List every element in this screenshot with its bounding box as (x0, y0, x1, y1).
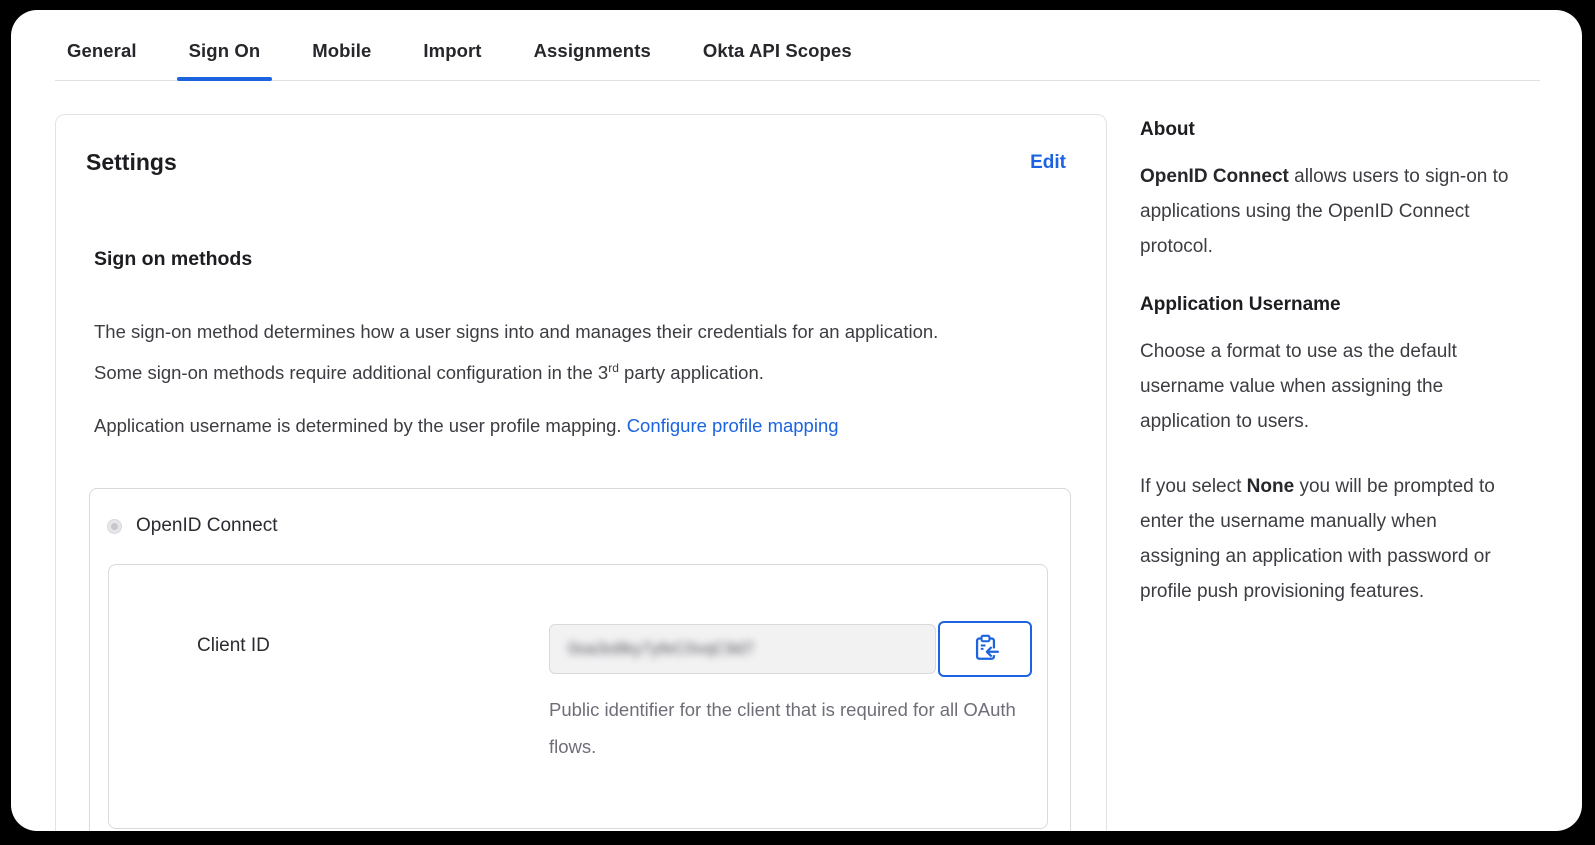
ordinal-superscript: rd (608, 361, 619, 375)
profile-mapping-text: Application username is determined by th… (94, 407, 960, 444)
client-id-label: Client ID (197, 635, 270, 657)
description-text-end: party application. (618, 362, 764, 384)
sign-on-methods-heading: Sign on methods (94, 248, 253, 270)
application-username-paragraph-1: Choose a format to use as the default us… (1140, 341, 1457, 432)
application-username-heading: Application Username (1140, 294, 1341, 315)
tab-import[interactable]: Import (411, 32, 493, 80)
settings-title: Settings (86, 149, 177, 175)
client-id-row: Client ID 0oa3o8ky7yfeC0vqC9d7 Public id… (197, 621, 1047, 765)
none-bold-term: None (1246, 476, 1295, 497)
client-id-field-group: 0oa3o8ky7yfeC0vqC9d7 (549, 621, 1035, 678)
tab-okta-api-scopes[interactable]: Okta API Scopes (691, 32, 864, 80)
client-id-panel: Client ID 0oa3o8ky7yfeC0vqC9d7 Public id… (108, 564, 1048, 830)
openid-connect-method-box: OpenID Connect Client ID 0oa3o8ky7yfeC0v… (89, 488, 1071, 831)
openid-connect-radio-label: OpenID Connect (136, 515, 278, 537)
about-paragraph: OpenID Connect allows users to sign-on t… (1140, 159, 1522, 264)
openid-connect-radio-row: OpenID Connect (108, 515, 1048, 537)
content-area: Settings Edit Sign on methods The sign-o… (55, 81, 1582, 831)
client-id-field-column: 0oa3o8ky7yfeC0vqC9d7 Public identifier f… (549, 621, 1035, 765)
about-bold-term: OpenID Connect (1140, 166, 1289, 187)
mapping-static-text: Application username is determined by th… (94, 415, 627, 437)
client-id-help-text: Public identifier for the client that is… (549, 699, 1016, 758)
configure-profile-mapping-link[interactable]: Configure profile mapping (627, 415, 839, 436)
clipboard-copy-icon (972, 634, 999, 664)
description-text: The sign-on method determines how a user… (94, 321, 939, 384)
username-p2-text: If you select (1140, 476, 1247, 497)
app-window: General Sign On Mobile Import Assignment… (11, 10, 1582, 831)
copy-to-clipboard-button[interactable] (938, 621, 1032, 678)
openid-connect-radio[interactable] (108, 519, 121, 533)
tab-assignments[interactable]: Assignments (522, 32, 663, 80)
about-heading: About (1140, 119, 1195, 140)
application-username-paragraph-2: If you select None you will be prompted … (1140, 469, 1522, 609)
edit-button[interactable]: Edit (1030, 152, 1066, 174)
settings-card: Settings Edit Sign on methods The sign-o… (55, 114, 1107, 831)
tab-general[interactable]: General (55, 32, 149, 80)
sign-on-method-description: The sign-on method determines how a user… (94, 313, 960, 391)
tab-bar: General Sign On Mobile Import Assignment… (55, 10, 1540, 81)
client-id-input[interactable]: 0oa3o8ky7yfeC0vqC9d7 (549, 624, 936, 675)
client-id-value-redacted: 0oa3o8ky7yfeC0vqC9d7 (568, 639, 755, 659)
settings-card-header: Settings Edit (86, 149, 1066, 176)
about-sidebar: About OpenID Connect allows users to sig… (1140, 119, 1522, 639)
tab-mobile[interactable]: Mobile (300, 32, 383, 80)
tab-sign-on[interactable]: Sign On (176, 32, 273, 81)
